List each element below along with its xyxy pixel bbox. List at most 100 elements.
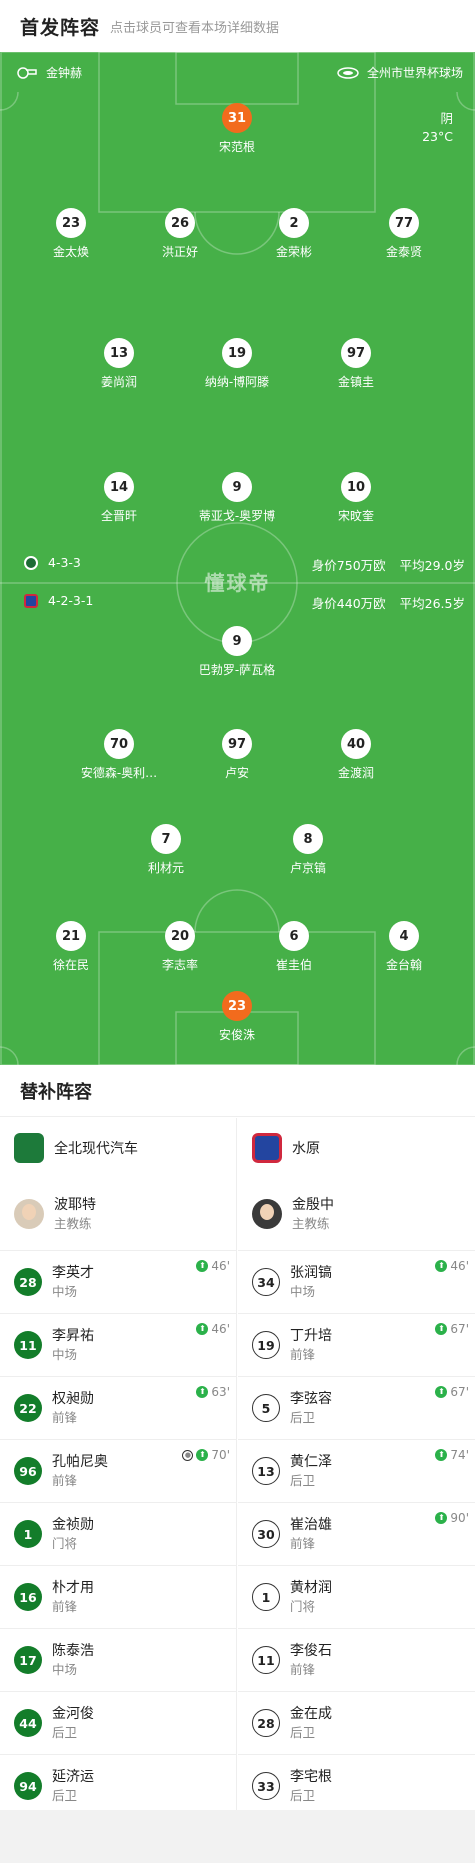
away-coach-row[interactable]: 金殷中 主教练	[238, 1178, 475, 1250]
away-team-name: 水原	[292, 1141, 320, 1157]
bench-player-name: 金祯勋	[52, 1517, 94, 1533]
player-number: 4	[389, 921, 419, 951]
goal-ball-icon: ●	[182, 1449, 194, 1461]
sub-in-badge: ● ⬆ 70'	[182, 1448, 230, 1462]
player-card[interactable]: 97 卢安	[177, 729, 297, 781]
bench-player-row[interactable]: 16 朴才用前锋	[0, 1565, 236, 1628]
player-card[interactable]: 97 金镇圭	[296, 338, 416, 390]
bench-player-row[interactable]: 11 李俊石 前锋	[238, 1628, 475, 1691]
player-number: 7	[151, 824, 181, 854]
bench-player-position: 门将	[290, 1599, 316, 1614]
sub-in-minute: 46'	[450, 1259, 469, 1273]
player-name: 徐在民	[52, 958, 89, 972]
avatar	[252, 1199, 282, 1229]
player-card[interactable]: 31 宋范根	[177, 103, 297, 155]
player-card[interactable]: 14 全晋旰	[59, 472, 179, 524]
bench-player-position: 后卫	[290, 1725, 316, 1740]
player-card[interactable]: 23 安俊洙	[177, 991, 297, 1043]
sub-in-badge: ⬆ 67'	[435, 1322, 469, 1336]
player-card[interactable]: 10 宋旼奎	[296, 472, 416, 524]
bench-player-name: 李英才	[52, 1265, 94, 1281]
bench-player-position: 前锋	[52, 1599, 78, 1614]
bench-player-row[interactable]: 1 金祯勋 门将	[0, 1502, 236, 1565]
sub-in-icon: ⬆	[435, 1323, 448, 1335]
player-card[interactable]: 70 安德森-奥利…	[59, 729, 179, 781]
player-name: 金太焕	[52, 245, 89, 259]
bench-player-row[interactable]: 11 李昇祐 中场 ⬆ 46'	[0, 1313, 236, 1376]
bench-player-position: 前锋	[52, 1410, 78, 1425]
player-card[interactable]: 20 李志率	[120, 921, 240, 973]
player-name: 金泰贤	[385, 245, 422, 259]
bench-player-row[interactable]: 19 丁升培 前锋 ⬆ 67'	[238, 1313, 475, 1376]
player-card[interactable]: 7 利材元	[106, 824, 226, 876]
bench-player-row[interactable]: 22 权昶勋 前锋 ⬆ 63'	[0, 1376, 236, 1439]
bench-player-name: 黄仁泽	[290, 1454, 332, 1470]
player-card[interactable]: 9 蒂亚戈-奥罗博	[177, 472, 297, 524]
sub-in-minute: 67'	[450, 1385, 469, 1399]
bench-player-row[interactable]: 28 李英才 中场 ⬆ 46'	[0, 1250, 236, 1313]
bench-player-row[interactable]: 17 陈泰浩 中场	[0, 1628, 236, 1691]
sub-in-badge: ⬆ 46'	[196, 1322, 230, 1336]
player-card[interactable]: 77 金泰贤	[344, 208, 464, 260]
bench-player-position: 后卫	[52, 1788, 78, 1803]
sub-in-minute: 90'	[450, 1511, 469, 1525]
home-crest-icon	[24, 555, 38, 570]
player-card[interactable]: 23 金太焕	[11, 208, 131, 260]
sub-in-badge: ⬆ 67'	[435, 1385, 469, 1399]
bench-player-position: 前锋	[290, 1662, 316, 1677]
player-name: 巴勃罗-萨瓦格	[198, 663, 276, 677]
lineup-subtitle: 点击球员可查看本场详细数据	[110, 20, 280, 36]
player-name: 李志率	[161, 958, 198, 972]
lineup-title: 首发阵容	[20, 16, 101, 39]
player-name: 蒂亚戈-奥罗博	[198, 509, 276, 523]
player-number: 23	[222, 991, 252, 1021]
away-coach-role: 主教练	[292, 1216, 330, 1231]
venue-info: 全州市世界杯球场	[337, 64, 463, 81]
bench-player-row[interactable]: 96 孔帕尼奥 前锋 ● ⬆ 70'	[0, 1439, 236, 1502]
bench-player-name: 李宅根	[290, 1769, 332, 1785]
player-card[interactable]: 2 金荣彬	[234, 208, 354, 260]
sub-in-icon: ⬆	[435, 1512, 448, 1524]
bench-player-row[interactable]: 30 崔治雄 前锋 ⬆ 90'	[238, 1502, 475, 1565]
weather-temp: 23°C	[422, 129, 453, 144]
player-card[interactable]: 9 巴勃罗-萨瓦格	[177, 626, 297, 678]
sub-in-badge: ⬆ 63'	[196, 1385, 230, 1399]
coach-name: 金钟赫	[46, 66, 83, 80]
bench-player-row[interactable]: 1 黄材润 门将	[238, 1565, 475, 1628]
bench-player-number: 96	[14, 1457, 42, 1485]
sub-in-icon: ⬆	[196, 1449, 209, 1461]
player-card[interactable]: 4 金台翰	[344, 921, 464, 973]
player-name: 金荣彬	[275, 245, 312, 259]
bench-player-position: 前锋	[290, 1536, 316, 1551]
bench-player-row[interactable]: 5 李弦容 后卫 ⬆ 67'	[238, 1376, 475, 1439]
player-card[interactable]: 19 纳纳-博阿滕	[177, 338, 297, 390]
sub-in-badge: ⬆ 46'	[435, 1259, 469, 1273]
bench-player-row[interactable]: 28 金在成 后卫	[238, 1691, 475, 1754]
bench-player-number: 16	[14, 1583, 42, 1611]
bench-player-name: 延济运	[52, 1769, 94, 1785]
bench-player-position: 后卫	[290, 1788, 316, 1803]
player-card[interactable]: 13 姜尚润	[59, 338, 179, 390]
player-card[interactable]: 40 金渡润	[296, 729, 416, 781]
away-value: 身价440万欧	[311, 596, 386, 611]
player-card[interactable]: 8 卢京镐	[248, 824, 368, 876]
bench-player-row[interactable]: 94 延济运 后卫	[0, 1754, 236, 1817]
bench-player-position: 后卫	[290, 1410, 316, 1425]
bench-player-row[interactable]: 33 李宅根后卫	[238, 1754, 475, 1817]
pitch: 金钟赫 全州市世界杯球场 阴 23°C 懂球帝 4-3-3 身价750万欧 平均…	[0, 52, 475, 1065]
player-card[interactable]: 26 洪正好	[120, 208, 240, 260]
bench-player-number: 17	[14, 1646, 42, 1674]
bench-player-row[interactable]: 13 黄仁泽 后卫 ⬆ 74'	[238, 1439, 475, 1502]
home-coach-name: 波耶特	[54, 1197, 96, 1213]
home-coach-role: 主教练	[54, 1216, 92, 1231]
player-card[interactable]: 21 徐在民	[11, 921, 131, 973]
bench-player-name: 朴才用	[52, 1580, 94, 1596]
avatar	[14, 1199, 44, 1229]
bench-player-number: 33	[252, 1772, 280, 1800]
home-coach-row[interactable]: 波耶特 主教练	[0, 1178, 236, 1250]
bench-player-position: 中场	[52, 1662, 78, 1677]
sub-in-icon: ⬆	[196, 1386, 209, 1398]
bench-player-row[interactable]: 34 张润镐 中场 ⬆ 46'	[238, 1250, 475, 1313]
bench-player-row[interactable]: 44 金河俊 后卫	[0, 1691, 236, 1754]
player-card[interactable]: 6 崔圭伯	[234, 921, 354, 973]
